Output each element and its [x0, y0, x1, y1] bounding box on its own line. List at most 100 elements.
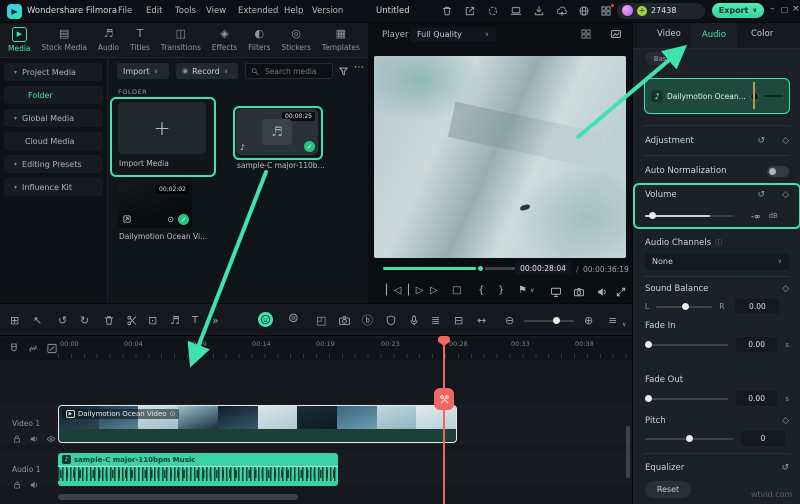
export-button[interactable]: Export ∨ [712, 3, 764, 18]
auto-normalization-toggle[interactable] [767, 165, 789, 177]
balance-knob[interactable] [681, 302, 689, 310]
subtitle-panel-icon[interactable]: ≣ [431, 314, 440, 327]
zoom-in-icon[interactable]: ⊕ [584, 314, 593, 327]
delete-icon[interactable] [103, 314, 115, 327]
more-tools-icon[interactable]: » [212, 314, 219, 327]
keyframe-diamond-icon[interactable]: ◇ [782, 136, 789, 146]
link-clips-icon[interactable] [27, 342, 39, 355]
record-button[interactable]: ◉ Record ∨ [176, 63, 238, 79]
seek-knob[interactable] [476, 264, 485, 273]
web-icon[interactable] [578, 5, 590, 17]
menu-edit[interactable]: Edit [146, 6, 162, 16]
playhead-line[interactable] [443, 336, 445, 504]
tab-templates[interactable]: ▦ Templates [322, 27, 360, 52]
mark-in-button[interactable]: { [478, 285, 484, 296]
ai-copilot-icon[interactable] [258, 312, 273, 327]
minimize-button[interactable]: – [770, 4, 775, 14]
audio-channels-dropdown[interactable]: None ∨ [645, 253, 789, 270]
volume-slider[interactable] [645, 212, 733, 219]
menu-tools[interactable]: Tools [175, 6, 196, 16]
snapshot-preview-icon[interactable] [610, 28, 622, 40]
more-options-icon[interactable]: ⋯ [354, 62, 364, 73]
tab-video[interactable]: Video [657, 29, 681, 39]
fade-in-slider[interactable] [645, 340, 728, 348]
keyframe-diamond-icon[interactable]: ◇ [782, 190, 789, 200]
marker-caret-icon[interactable]: ∨ [530, 287, 534, 294]
import-button[interactable]: Import ∨ [117, 63, 169, 79]
playhead-split-badge[interactable] [434, 388, 454, 410]
cloud-upload-icon[interactable] [556, 5, 568, 17]
snapshot-camera-icon[interactable] [573, 286, 585, 298]
vertical-scrollbar[interactable] [626, 426, 630, 478]
redo-icon[interactable]: ↻ [80, 314, 89, 327]
reset-icon[interactable]: ↺ [758, 136, 766, 146]
safe-area-shield-icon[interactable] [385, 314, 397, 327]
fade-out-value-box[interactable]: 0.00 [735, 391, 778, 406]
pitch-knob[interactable] [686, 434, 694, 442]
basic-pill[interactable]: Basic [645, 52, 681, 65]
sidebar-item-influence-kit[interactable]: ▾ Influence Kit [4, 178, 103, 196]
lock-track-icon[interactable] [12, 480, 22, 490]
speaker-icon[interactable] [596, 286, 608, 298]
speed-icon[interactable]: ⓑ [362, 314, 373, 327]
tab-color[interactable]: Color [751, 29, 773, 39]
timeline-video-clip[interactable]: ▶ Dailymotion Ocean Video ⊙ [58, 405, 457, 443]
mirror-display-icon[interactable] [550, 286, 562, 298]
ai-assistant-icon[interactable]: ⊜ [288, 312, 299, 325]
fade-in-knob[interactable] [645, 340, 652, 348]
sidebar-item-editing-presets[interactable]: ▾ Editing Presets [4, 155, 103, 173]
timeline-ruler[interactable]: 00:00 00:04 00:09 00:14 00:19 00:23 00:2… [0, 338, 632, 360]
tab-filters[interactable]: ◐ Filters [248, 27, 270, 52]
clip-settings-icon[interactable]: ⊟ [454, 314, 463, 327]
sidebar-item-cloud-media[interactable]: Cloud Media [4, 132, 103, 150]
marker-flag-icon[interactable]: ⚑ [518, 285, 527, 296]
volume-knob[interactable] [648, 212, 656, 219]
tab-audio-properties[interactable]: Audio [691, 22, 737, 48]
lock-track-icon[interactable] [12, 434, 22, 444]
sound-balance-value-box[interactable]: 0.00 [735, 299, 780, 314]
zoom-slider-knob[interactable] [553, 317, 560, 324]
fit-timeline-icon[interactable]: ↔ [477, 314, 486, 327]
add-sticker-icon[interactable]: ◰ [316, 314, 326, 327]
workspace-grid-icon[interactable] [600, 5, 612, 17]
pitch-value-box[interactable]: 0 [741, 431, 785, 446]
avatar[interactable] [622, 5, 633, 16]
stop-button[interactable]: □ [452, 285, 461, 296]
timeline-audio-clip[interactable]: ♪ sample-C major-110bpm Music [58, 453, 338, 486]
hide-track-icon[interactable] [46, 434, 56, 444]
tab-transitions[interactable]: ◫ Transitions [161, 27, 201, 52]
tab-audio[interactable]: ♬ Audio [98, 27, 119, 52]
sidebar-item-project-media[interactable]: ▾ Project Media [4, 63, 103, 81]
share-icon[interactable] [464, 5, 476, 17]
sidebar-item-global-media[interactable]: ▾ Global Media [4, 109, 103, 127]
bin-icon[interactable] [441, 5, 453, 17]
layout-grid-icon[interactable]: ⊞ [10, 314, 19, 327]
layout-grid-icon[interactable] [580, 28, 592, 40]
save-icon[interactable] [533, 5, 545, 17]
mark-out-button[interactable]: } [498, 285, 504, 296]
audio-tool-icon[interactable]: ♬ [170, 314, 180, 327]
keyframe-diamond-icon[interactable]: ◇ [782, 416, 789, 426]
menu-extended[interactable]: Extended [238, 6, 278, 16]
mute-track-icon[interactable] [29, 480, 39, 490]
search-box[interactable] [245, 63, 333, 79]
undo-icon[interactable]: ↺ [58, 314, 67, 327]
video-clip-tile[interactable]: 00:02:02 ⊙ ✓ [118, 182, 192, 228]
crop-icon[interactable]: ⊡ [148, 314, 157, 327]
mute-track-icon[interactable] [29, 434, 39, 444]
sound-balance-slider[interactable] [656, 302, 713, 310]
snap-magnet-icon[interactable] [8, 342, 20, 355]
zoom-out-icon[interactable]: ⊖ [505, 314, 514, 327]
tab-stock-media[interactable]: ▤ Stock Media [41, 27, 87, 52]
reset-icon[interactable]: ↺ [758, 190, 766, 200]
previous-frame-button[interactable]: ▏◁ [386, 285, 401, 296]
tab-effects[interactable]: ◈ Effects [212, 27, 238, 52]
sync-spinner-icon[interactable] [487, 5, 499, 17]
device-icon[interactable] [510, 5, 522, 17]
filter-icon[interactable] [338, 66, 349, 77]
import-media-tile[interactable]: + [118, 102, 206, 154]
screen-record-icon[interactable] [338, 314, 351, 327]
fullscreen-expand-icon[interactable] [615, 286, 627, 298]
reset-icon[interactable]: ↺ [781, 463, 789, 473]
select-cursor-icon[interactable]: ↖ [33, 314, 42, 327]
